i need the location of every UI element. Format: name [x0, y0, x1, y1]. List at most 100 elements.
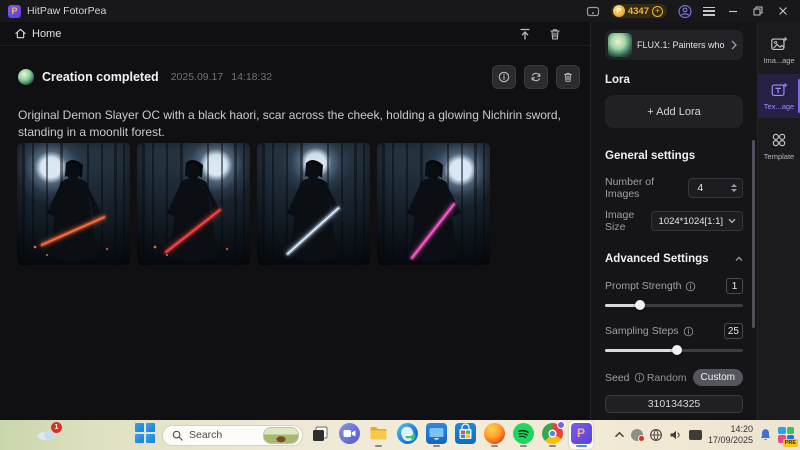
chevron-down-icon: [728, 218, 736, 224]
home-label: Home: [32, 27, 62, 40]
creation-date: 2025.09.17: [170, 71, 224, 83]
rail-item-template[interactable]: Template: [758, 128, 800, 164]
device-tray-icon[interactable]: [688, 430, 702, 440]
add-lora-label: + Add Lora: [647, 105, 701, 118]
seed-random-option[interactable]: Random: [647, 372, 687, 384]
panel-scrollbar[interactable]: [752, 140, 755, 328]
alert-dot: [637, 435, 645, 442]
stepper-down-icon[interactable]: [731, 189, 737, 192]
image-size-dropdown[interactable]: 1024*1024[1:1]: [650, 211, 743, 231]
prompt-strength-value[interactable]: 1: [726, 278, 743, 294]
generated-image-3[interactable]: [257, 143, 370, 265]
info-icon[interactable]: [685, 281, 696, 292]
hidden-icons-chevron[interactable]: [614, 431, 625, 439]
prompt-text: Original Demon Slayer OC with a black ha…: [18, 108, 561, 140]
firefox-browser-app[interactable]: [482, 421, 506, 449]
remote-desktop-app[interactable]: [424, 421, 448, 449]
running-indicator: [462, 445, 469, 448]
preview-badge: PRE: [782, 439, 798, 447]
clock-time: 14:20: [730, 423, 753, 434]
app-logo-icon: P: [8, 4, 21, 18]
delete-creation-button[interactable]: [556, 65, 580, 89]
generated-image-2[interactable]: [137, 143, 250, 265]
restore-button[interactable]: [751, 4, 765, 18]
image-size-value: 1024*1024[1:1]: [658, 215, 723, 227]
home-nav[interactable]: Home: [14, 27, 61, 40]
generated-image-4[interactable]: [377, 143, 490, 265]
weather-widget[interactable]: 1: [36, 422, 62, 445]
seed-value-input[interactable]: 310134325: [605, 395, 743, 413]
settings-panel: FLUX.1: Painters who s... Lora + Add Lor…: [590, 22, 757, 450]
task-view-icon: [310, 423, 331, 444]
minimize-button[interactable]: [726, 4, 740, 18]
generated-image-1[interactable]: [17, 143, 130, 265]
regenerate-button[interactable]: [524, 65, 548, 89]
chat-video-icon: [338, 422, 360, 444]
edge-icon: [396, 422, 418, 444]
notifications-bell-icon[interactable]: [759, 428, 772, 442]
sampling-steps-value[interactable]: 25: [723, 323, 743, 339]
scroll-top-icon[interactable]: [518, 27, 532, 41]
windows-logo-icon: [135, 423, 156, 444]
creation-avatar-icon: [18, 69, 34, 85]
lora-heading: Lora: [605, 74, 630, 86]
start-button[interactable]: [133, 421, 157, 449]
rail-label: Template: [763, 152, 795, 161]
coin-icon: P: [612, 5, 625, 17]
taskbar-search[interactable]: Search: [162, 424, 303, 446]
text-plus-icon: [771, 83, 788, 96]
mini-window-icon[interactable]: [586, 4, 600, 18]
prompt-strength-slider[interactable]: [605, 300, 743, 310]
creation-info-button[interactable]: [492, 65, 516, 89]
add-coins-icon[interactable]: +: [652, 5, 663, 17]
spotify-app[interactable]: [511, 421, 535, 449]
widgets-icon[interactable]: PRE: [778, 426, 798, 447]
rail-item-text-to-image[interactable]: Tex...age: [758, 74, 800, 118]
hitpaw-fotorpea-app[interactable]: P: [569, 421, 593, 449]
model-selector[interactable]: FLUX.1: Painters who s...: [605, 30, 743, 60]
running-indicator: [346, 445, 353, 448]
edge-browser-app[interactable]: [395, 421, 419, 449]
model-name: FLUX.1: Painters who s...: [637, 40, 726, 50]
microsoft-store-app[interactable]: [453, 421, 477, 449]
coin-balance: 4347: [627, 5, 649, 17]
home-icon: [15, 28, 26, 39]
collapse-chevron-icon[interactable]: [735, 256, 743, 262]
template-icon: [772, 133, 786, 147]
security-tray-icon[interactable]: [630, 429, 645, 442]
sampling-steps-slider[interactable]: [605, 345, 743, 355]
coin-balance-pill[interactable]: P 4347 +: [610, 4, 667, 18]
seed-custom-label: Custom: [700, 372, 735, 383]
menu-icon[interactable]: [703, 6, 715, 16]
running-indicator: [432, 444, 440, 448]
add-lora-button[interactable]: + Add Lora: [605, 95, 743, 128]
seed-label: Seed: [605, 371, 630, 384]
file-explorer-app[interactable]: [366, 421, 390, 449]
seed-custom-option[interactable]: Custom: [692, 369, 743, 386]
volume-tray-icon[interactable]: [669, 429, 683, 441]
hitpaw-icon: P: [570, 422, 592, 444]
number-of-images-label: Number of Images: [605, 176, 655, 200]
number-of-images-stepper[interactable]: 4: [688, 178, 743, 198]
general-settings-heading: General settings: [605, 150, 696, 162]
prompt-strength-label: Prompt Strength: [605, 280, 682, 292]
rail-item-image-to-image[interactable]: Ima...age: [758, 32, 800, 68]
mode-rail: Ima...age Tex...age Template: [757, 22, 800, 420]
spotify-icon: [512, 422, 534, 444]
clear-all-trash-icon[interactable]: [548, 27, 562, 41]
account-avatar[interactable]: [678, 4, 692, 18]
creation-status: Creation completed: [42, 70, 159, 84]
task-view-button[interactable]: [308, 421, 332, 449]
info-icon[interactable]: [634, 372, 645, 383]
close-button[interactable]: [776, 4, 790, 18]
slider-handle[interactable]: [634, 300, 645, 310]
taskbar-clock[interactable]: 14:20 17/09/2025: [708, 424, 753, 447]
chrome-browser-app[interactable]: [540, 420, 565, 449]
chat-app[interactable]: [337, 421, 361, 449]
firefox-icon: [483, 422, 505, 444]
info-icon[interactable]: [683, 326, 694, 337]
network-globe-icon[interactable]: [649, 428, 663, 442]
stepper-up-icon[interactable]: [731, 184, 737, 187]
slider-handle[interactable]: [671, 345, 682, 355]
running-indicator: [490, 444, 498, 448]
